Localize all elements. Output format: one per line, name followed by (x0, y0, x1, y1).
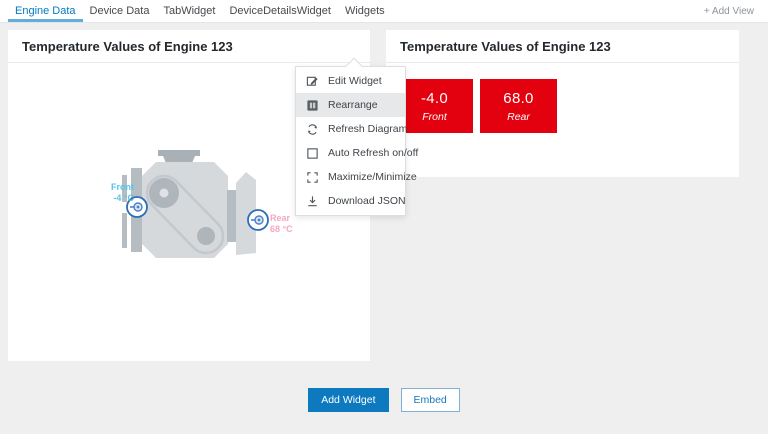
menu-item-label: Maximize/Minimize (328, 171, 417, 183)
tile-label: Front (422, 111, 447, 123)
menu-item-auto-refresh[interactable]: Auto Refresh on/off (296, 141, 405, 165)
engine-top-cap (158, 150, 200, 156)
menu-item-download-json[interactable]: Download JSON (296, 189, 405, 213)
auto-refresh-icon (306, 147, 319, 160)
engine-pulley-small (197, 227, 215, 245)
tab-devicedetailswidget[interactable]: DeviceDetailsWidget (222, 0, 337, 22)
menu-item-rearrange[interactable]: Rearrange (296, 93, 405, 117)
tile-value: 68.0 (503, 90, 533, 107)
menu-item-label: Refresh Diagram (328, 123, 407, 135)
edit-widget-icon (306, 75, 319, 88)
dashboard-footer: Add Widget Embed (0, 388, 768, 412)
maximize-icon (306, 171, 319, 184)
tile-label: Rear (507, 111, 530, 123)
add-widget-button[interactable]: Add Widget (308, 388, 388, 412)
rear-sensor-marker-icon[interactable] (248, 210, 268, 230)
front-sensor-label: Front -4 °C (84, 182, 134, 204)
engine-block (142, 162, 228, 258)
tab-tabwidget[interactable]: TabWidget (156, 0, 222, 22)
engine-graphic-svg (85, 145, 305, 265)
menu-item-label: Rearrange (328, 99, 378, 111)
rearrange-icon (306, 99, 319, 112)
menu-item-refresh-diagram[interactable]: Refresh Diagram (296, 117, 405, 141)
engine-illustration (85, 145, 305, 265)
widget-title: Temperature Values of Engine 123 (22, 39, 233, 54)
embed-button[interactable]: Embed (401, 388, 460, 412)
menu-item-label: Download JSON (328, 195, 406, 207)
top-nav-bar: Engine Data Device Data TabWidget Device… (0, 0, 768, 23)
refresh-icon (306, 123, 319, 136)
widget-header: Temperature Values of Engine 123 (8, 30, 370, 63)
tab-engine-data[interactable]: Engine Data (8, 0, 83, 22)
add-view-button[interactable]: + Add View (704, 6, 754, 17)
widget-context-menu: Edit Widget Rearrange Refresh Diagram Au… (295, 66, 406, 216)
menu-item-label: Edit Widget (328, 75, 382, 87)
menu-item-label: Auto Refresh on/off (328, 147, 418, 159)
tab-widgets[interactable]: Widgets (338, 0, 392, 22)
widget-title: Temperature Values of Engine 123 (400, 39, 611, 54)
front-sensor-name: Front (84, 182, 134, 193)
tile-value: -4.0 (421, 90, 448, 107)
widget-header: Temperature Values of Engine 123 (386, 30, 739, 63)
view-tabs: Engine Data Device Data TabWidget Device… (8, 0, 392, 22)
tab-device-data[interactable]: Device Data (83, 0, 157, 22)
download-icon (306, 195, 319, 208)
temperature-tile-rear: 68.0 Rear (480, 79, 557, 133)
temperature-tile-front: -4.0 Front (396, 79, 473, 133)
rear-sensor-value: 68 °C (270, 224, 320, 235)
front-sensor-value: -4 °C (84, 193, 134, 204)
rear-sensor-label: Rear 68 °C (270, 213, 320, 235)
engine-values-widget: Temperature Values of Engine 123 -4.0 Fr… (386, 30, 739, 177)
menu-item-maximize-minimize[interactable]: Maximize/Minimize (296, 165, 405, 189)
menu-item-edit-widget[interactable]: Edit Widget (296, 69, 405, 93)
